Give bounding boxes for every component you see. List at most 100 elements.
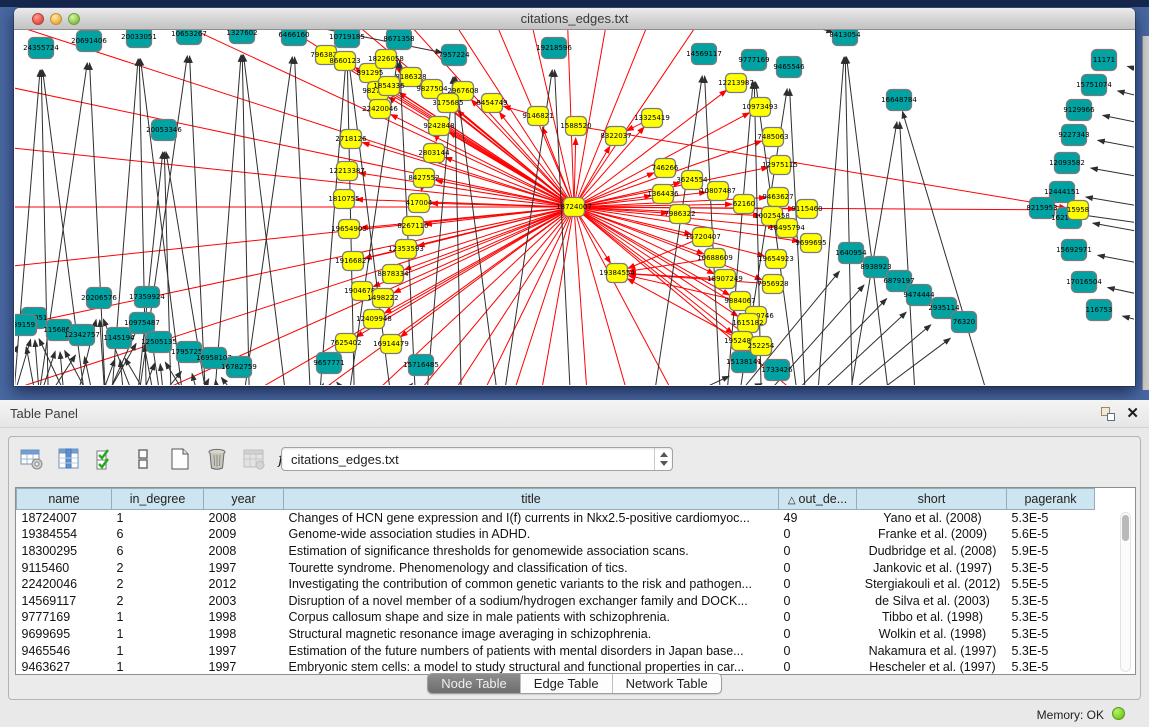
table-cell[interactable]: 5.3E-5 — [1007, 642, 1095, 659]
table-cell[interactable]: 1 — [112, 626, 204, 643]
table-cell[interactable]: 0 — [779, 626, 857, 643]
column-visibility-icon[interactable] — [56, 446, 82, 472]
table-scrollbar-thumb[interactable] — [1122, 515, 1129, 541]
column-header-out_de[interactable]: △out_de... — [779, 489, 857, 510]
table-cell[interactable]: 5.3E-5 — [1007, 626, 1095, 643]
table-cell[interactable]: 1997 — [204, 642, 284, 659]
table-cell[interactable]: Investigating the contribution of common… — [284, 576, 779, 593]
row-selection-icon[interactable] — [130, 446, 156, 472]
table-cell[interactable]: Structural magnetic resonance image aver… — [284, 626, 779, 643]
table-cell[interactable]: 2009 — [204, 526, 284, 543]
table-cell[interactable]: 2008 — [204, 543, 284, 560]
table-cell[interactable]: 5.3E-5 — [1007, 592, 1095, 609]
delete-table-icon[interactable] — [241, 446, 267, 472]
citation-graph[interactable]: 2435572420691406200330511065326713276026… — [15, 30, 1134, 385]
table-cell[interactable]: 49 — [779, 510, 857, 527]
table-row[interactable]: 977716911998Corpus callosum shape and si… — [17, 609, 1095, 626]
table-row[interactable]: 969969511998Structural magnetic resonanc… — [17, 626, 1095, 643]
table-cell[interactable]: 22420046 — [17, 576, 112, 593]
table-cell[interactable]: 9115460 — [17, 559, 112, 576]
network-view-window[interactable]: citations_edges.txt 24355724206914062003… — [14, 8, 1135, 386]
table-cell[interactable]: 5.3E-5 — [1007, 510, 1095, 527]
column-header-short[interactable]: short — [857, 489, 1007, 510]
table-cell[interactable]: 0 — [779, 576, 857, 593]
table-cell[interactable]: 6 — [112, 543, 204, 560]
table-cell[interactable]: 0 — [779, 609, 857, 626]
column-header-pagerank[interactable]: pagerank — [1007, 489, 1095, 510]
table-row[interactable]: 946554611997Estimation of the future num… — [17, 642, 1095, 659]
table-cell[interactable]: 9777169 — [17, 609, 112, 626]
table-cell[interactable]: 18300295 — [17, 543, 112, 560]
table-cell[interactable]: 2 — [112, 576, 204, 593]
table-cell[interactable]: Yano et al. (2008) — [857, 510, 1007, 527]
window-titlebar[interactable]: citations_edges.txt — [14, 8, 1135, 30]
column-header-year[interactable]: year — [204, 489, 284, 510]
network-table-selector[interactable]: citations_edges.txt — [281, 447, 673, 471]
table-cell[interactable]: 5.9E-5 — [1007, 543, 1095, 560]
table-cell[interactable]: 19384554 — [17, 526, 112, 543]
table-cell[interactable]: 0 — [779, 543, 857, 560]
table-cell[interactable]: 2008 — [204, 510, 284, 527]
table-cell[interactable]: Corpus callosum shape and size in male p… — [284, 609, 779, 626]
table-cell[interactable]: 1 — [112, 510, 204, 527]
table-row[interactable]: 911546021997Tourette syndrome. Phenomeno… — [17, 559, 1095, 576]
table-cell[interactable]: 2 — [112, 559, 204, 576]
table-cell[interactable]: Tourette syndrome. Phenomenology and cla… — [284, 559, 779, 576]
table-cell[interactable]: 9465546 — [17, 642, 112, 659]
table-cell[interactable]: Genome-wide association studies in ADHD. — [284, 526, 779, 543]
table-cell[interactable]: 6 — [112, 526, 204, 543]
table-row[interactable]: 1456911722003Disruption of a novel membe… — [17, 592, 1095, 609]
table-row[interactable]: 2242004622012Investigating the contribut… — [17, 576, 1095, 593]
table-cell[interactable]: 1 — [112, 609, 204, 626]
column-header-name[interactable]: name — [17, 489, 112, 510]
table-cell[interactable]: Wolkin et al. (1998) — [857, 626, 1007, 643]
table-cell[interactable]: Estimation of significance thresholds fo… — [284, 543, 779, 560]
table-cell[interactable]: 5.3E-5 — [1007, 609, 1095, 626]
tab-node-table[interactable]: Node Table — [428, 674, 521, 693]
tab-network-table[interactable]: Network Table — [613, 674, 721, 693]
table-cell[interactable]: 1997 — [204, 559, 284, 576]
table-cell[interactable]: 5.3E-5 — [1007, 559, 1095, 576]
select-all-icon[interactable] — [93, 446, 119, 472]
node-attribute-table[interactable]: namein_degreeyeartitle△out_de...shortpag… — [15, 487, 1136, 675]
table-cell[interactable]: de Silva et al. (2003) — [857, 592, 1007, 609]
table-scrollbar[interactable] — [1120, 512, 1131, 672]
close-panel-icon[interactable]: ✕ — [1126, 404, 1139, 422]
table-cell[interactable]: 0 — [779, 526, 857, 543]
table-cell[interactable]: 0 — [779, 559, 857, 576]
table-cell[interactable]: Stergiakouli et al. (2012) — [857, 576, 1007, 593]
table-cell[interactable]: 18724007 — [17, 510, 112, 527]
column-header-title[interactable]: title — [284, 489, 779, 510]
selector-stepper-icon[interactable] — [654, 448, 672, 470]
column-header-in_degree[interactable]: in_degree — [112, 489, 204, 510]
table-cell[interactable]: Franke et al. (2009) — [857, 526, 1007, 543]
create-column-icon[interactable] — [167, 446, 193, 472]
table-cell[interactable]: 1998 — [204, 626, 284, 643]
table-mode-icon[interactable] — [19, 446, 45, 472]
network-view-canvas[interactable]: 2435572420691406200330511065326713276026… — [15, 30, 1134, 385]
table-cell[interactable]: Jankovic et al. (1997) — [857, 559, 1007, 576]
table-cell[interactable]: Changes of HCN gene expression and I(f) … — [284, 510, 779, 527]
table-cell[interactable]: 2003 — [204, 592, 284, 609]
table-cell[interactable]: Disruption of a novel member of a sodium… — [284, 592, 779, 609]
table-cell[interactable]: Estimation of the future numbers of pati… — [284, 642, 779, 659]
table-cell[interactable]: Dudbridge et al. (2008) — [857, 543, 1007, 560]
table-row[interactable]: 1872400712008Changes of HCN gene express… — [17, 510, 1095, 527]
tab-edge-table[interactable]: Edge Table — [521, 674, 613, 693]
table-cell[interactable]: 9699695 — [17, 626, 112, 643]
table-row[interactable]: 1830029562008Estimation of significance … — [17, 543, 1095, 560]
table-cell[interactable]: 2012 — [204, 576, 284, 593]
table-cell[interactable]: 14569117 — [17, 592, 112, 609]
float-panel-icon[interactable] — [1101, 407, 1115, 421]
table-cell[interactable]: 2 — [112, 592, 204, 609]
delete-column-icon[interactable] — [204, 446, 230, 472]
table-cell[interactable]: 1 — [112, 642, 204, 659]
table-cell[interactable]: 0 — [779, 592, 857, 609]
table-cell[interactable]: 0 — [779, 642, 857, 659]
table-cell[interactable]: 5.5E-5 — [1007, 576, 1095, 593]
table-cell[interactable]: Tibbo et al. (1998) — [857, 609, 1007, 626]
table-cell[interactable]: 1998 — [204, 609, 284, 626]
table-row[interactable]: 1938455462009Genome-wide association stu… — [17, 526, 1095, 543]
table-cell[interactable]: Nakamura et al. (1997) — [857, 642, 1007, 659]
table-cell[interactable]: 5.6E-5 — [1007, 526, 1095, 543]
